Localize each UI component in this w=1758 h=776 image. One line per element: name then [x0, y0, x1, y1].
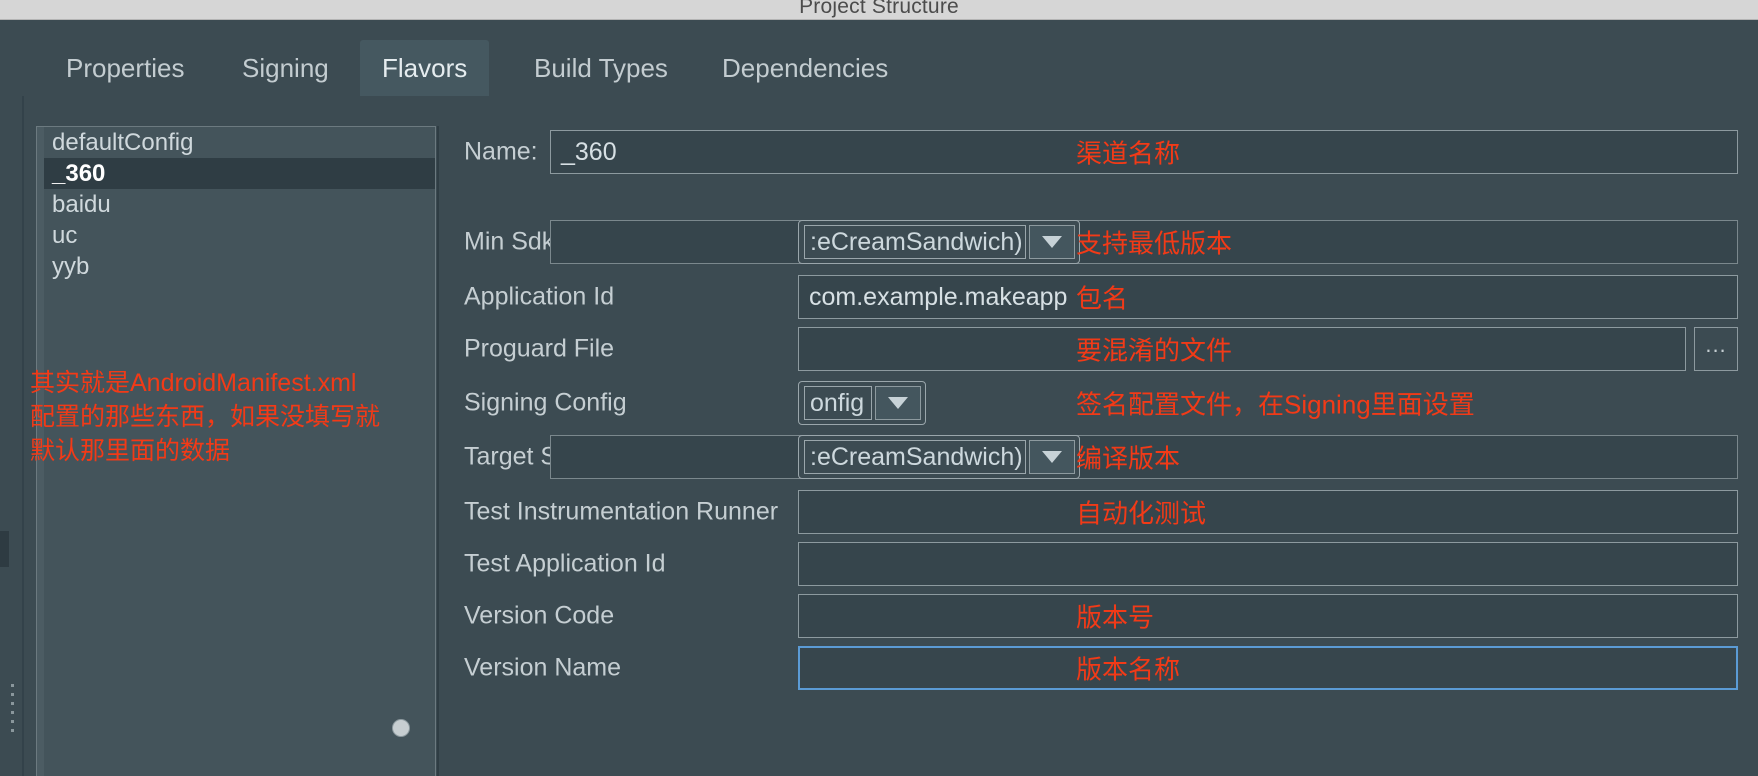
input-name[interactable]: _360 [550, 130, 1738, 174]
input-application-id[interactable]: com.example.makeapp [798, 275, 1738, 319]
input-target-sdk-version-bg [550, 435, 1738, 479]
label-proguard-file: Proguard File [464, 335, 614, 364]
label-name: Name: [464, 138, 538, 167]
form-row-signing-config: Signing Config onfig 签名配置文件，在Signing里面设置 [456, 377, 1758, 429]
form-row-proguard-file: Proguard File ... 要混淆的文件 [456, 323, 1758, 375]
label-version-name: Version Name [464, 654, 621, 683]
tool-window-edge-tab[interactable] [0, 531, 9, 567]
form-row-application-id: Application Id com.example.makeapp 包名 [456, 271, 1758, 323]
resize-knob-icon[interactable] [392, 719, 410, 737]
list-item-uc[interactable]: uc [44, 220, 436, 251]
combo-signing-config[interactable]: onfig [798, 381, 926, 425]
flavor-list: defaultConfig _360 baidu uc yyb [44, 127, 436, 282]
input-test-instrumentation-runner[interactable] [798, 490, 1738, 534]
label-test-application-id: Test Application Id [464, 550, 666, 579]
combo-min-sdk-version[interactable]: :eCreamSandwich) [798, 220, 1080, 264]
combo-min-sdk-version-value: :eCreamSandwich) [804, 225, 1026, 259]
input-version-name[interactable] [798, 646, 1738, 690]
window-title: Project Structure [0, 0, 1758, 19]
label-signing-config: Signing Config [464, 389, 627, 418]
list-item-defaultconfig[interactable]: defaultConfig [44, 127, 436, 158]
flavors-content-panel: defaultConfig _360 baidu uc yyb 其实就是Andr… [0, 96, 1758, 776]
flavor-list-panel[interactable]: defaultConfig _360 baidu uc yyb [36, 126, 436, 776]
gutter-separator [22, 96, 24, 776]
input-min-sdk-version-bg [550, 220, 1738, 264]
browse-proguard-file-button[interactable]: ... [1694, 327, 1738, 371]
form-row-min-sdk-version: Min Sdk Version :eCreamSandwich) 支持最低版本 [456, 216, 1758, 268]
splitter-drag-handle[interactable] [11, 684, 16, 734]
input-proguard-file[interactable] [798, 327, 1686, 371]
form-row-version-code: Version Code 版本号 [456, 590, 1758, 642]
list-item-yyb[interactable]: yyb [44, 251, 436, 282]
list-item-_360[interactable]: _360 [44, 158, 436, 189]
combo-target-sdk-version[interactable]: :eCreamSandwich) [798, 435, 1080, 479]
tab-flavors[interactable]: Flavors [360, 40, 489, 96]
tab-properties[interactable]: Properties [44, 40, 207, 96]
form-row-name: Name: _360 渠道名称 [456, 126, 1758, 178]
tab-build-types[interactable]: Build Types [512, 40, 690, 96]
form-row-target-sdk-version: Target Sdk Version :eCreamSandwich) 编译版本 [456, 431, 1758, 483]
chevron-down-icon[interactable] [1029, 225, 1075, 259]
project-structure-dialog: Properties Signing Flavors Build Types D… [0, 20, 1758, 776]
panel-divider [437, 126, 439, 776]
flavor-detail-form: Name: _360 渠道名称 Min Sdk Version :eCreamS… [456, 126, 1758, 776]
list-left-strip [37, 127, 44, 776]
tab-dependencies[interactable]: Dependencies [700, 40, 910, 96]
window-title-bar: Project Structure [0, 0, 1758, 20]
input-version-code[interactable] [798, 594, 1738, 638]
tab-strip: Properties Signing Flavors Build Types D… [0, 20, 1758, 96]
annotation-signing-config: 签名配置文件，在Signing里面设置 [1076, 385, 1475, 422]
combo-signing-config-value: onfig [804, 386, 872, 420]
tab-signing[interactable]: Signing [220, 40, 351, 96]
input-test-application-id[interactable] [798, 542, 1738, 586]
combo-target-sdk-version-value: :eCreamSandwich) [804, 440, 1026, 474]
list-item-baidu[interactable]: baidu [44, 189, 436, 220]
form-row-test-application-id: Test Application Id [456, 538, 1758, 590]
label-test-instrumentation-runner: Test Instrumentation Runner [464, 498, 778, 527]
form-row-test-instrumentation-runner: Test Instrumentation Runner 自动化测试 [456, 486, 1758, 538]
chevron-down-icon[interactable] [875, 386, 921, 420]
label-version-code: Version Code [464, 602, 614, 631]
label-application-id: Application Id [464, 283, 614, 312]
chevron-down-icon[interactable] [1029, 440, 1075, 474]
form-row-version-name: Version Name 版本名称 [456, 642, 1758, 694]
